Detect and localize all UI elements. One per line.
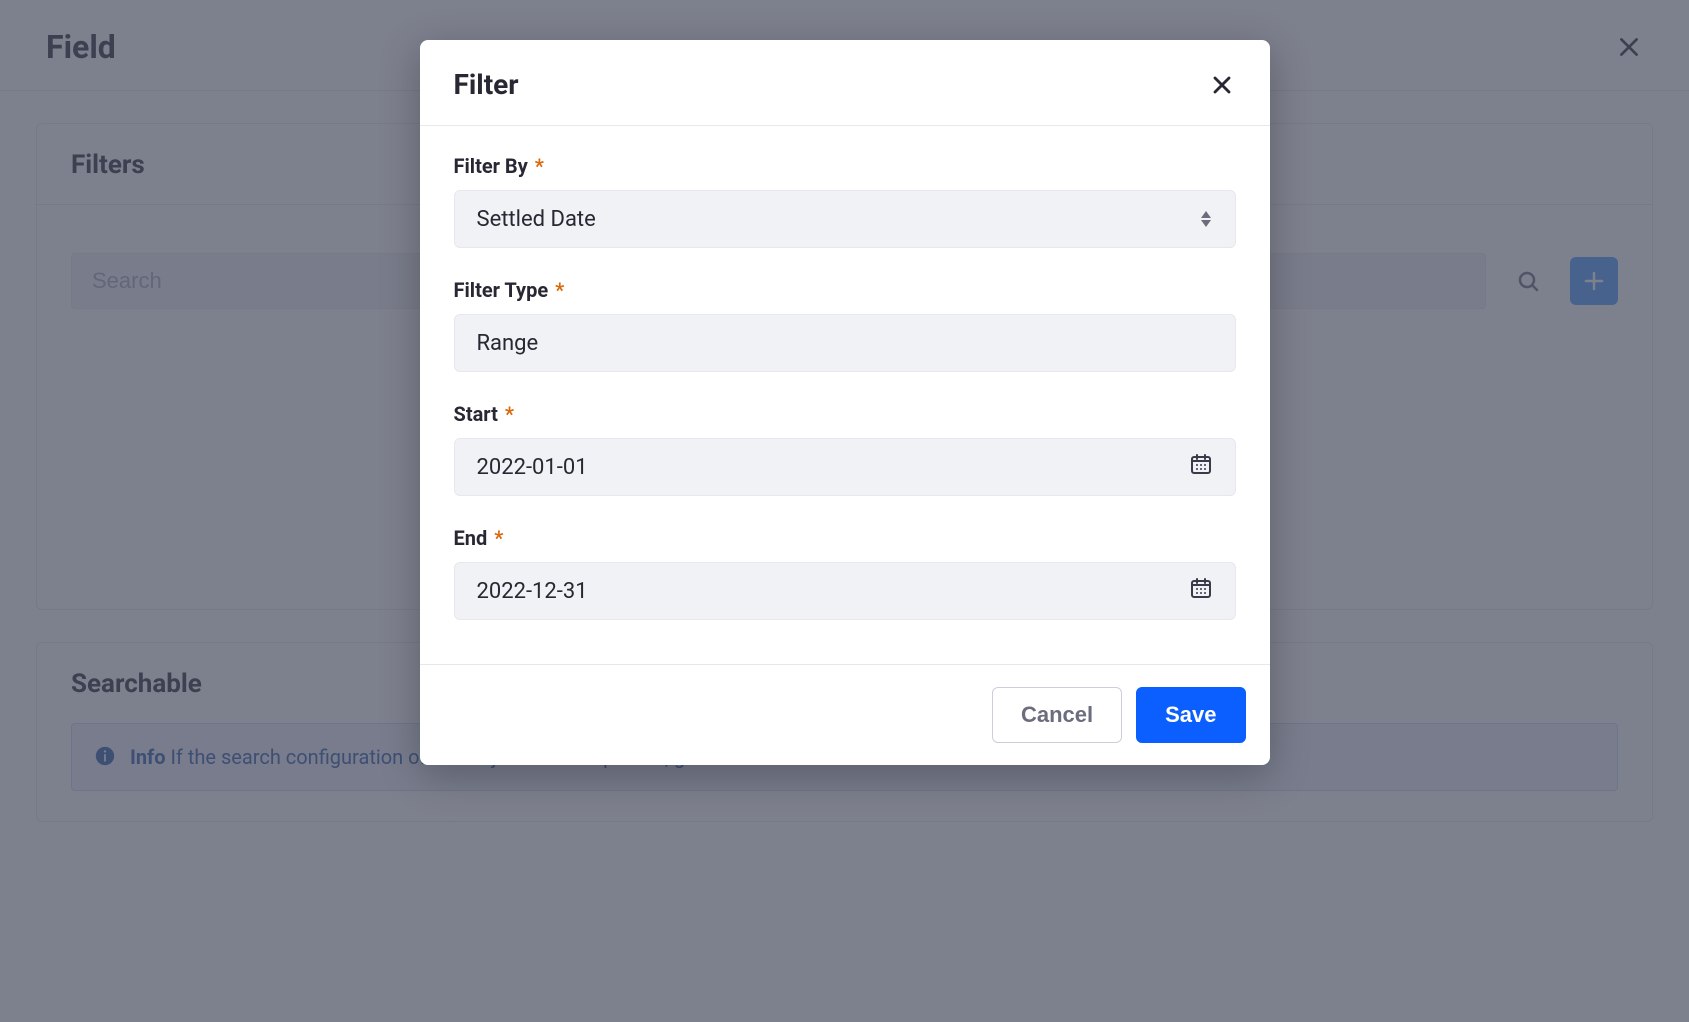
filter-by-label-text: Filter By xyxy=(454,154,528,178)
cancel-button[interactable]: Cancel xyxy=(992,687,1122,743)
filter-by-select[interactable]: Settled Date xyxy=(454,190,1236,248)
filter-type-field: Range xyxy=(454,314,1236,372)
required-marker: * xyxy=(494,526,503,550)
modal-body: Filter By * Settled Date Filter Type xyxy=(420,126,1270,664)
filter-type-group: Filter Type * Range xyxy=(454,278,1236,372)
end-date-input[interactable]: 2022-12-31 xyxy=(454,562,1236,620)
end-date-value: 2022-12-31 xyxy=(477,579,588,604)
filter-modal: Filter Filter By * Settled Date xyxy=(420,40,1270,765)
modal-title: Filter xyxy=(454,68,519,101)
filter-type-label-text: Filter Type xyxy=(454,278,549,302)
start-date-value: 2022-01-01 xyxy=(477,455,588,480)
select-caret-icon xyxy=(1199,211,1213,227)
save-button[interactable]: Save xyxy=(1136,687,1245,743)
filter-type-label: Filter Type * xyxy=(454,278,1236,302)
end-group: End * 2022-12-31 xyxy=(454,526,1236,620)
filter-by-label: Filter By * xyxy=(454,154,1236,178)
start-label-text: Start xyxy=(454,402,498,426)
filter-type-value: Range xyxy=(477,331,539,356)
required-marker: * xyxy=(505,402,514,426)
required-marker: * xyxy=(535,154,544,178)
required-marker: * xyxy=(555,278,564,302)
end-label-text: End xyxy=(454,526,488,550)
start-date-input[interactable]: 2022-01-01 xyxy=(454,438,1236,496)
end-label: End * xyxy=(454,526,1236,550)
filter-by-group: Filter By * Settled Date xyxy=(454,154,1236,248)
filter-by-value: Settled Date xyxy=(477,207,596,232)
page-root: Field Filters Searchable xyxy=(0,0,1689,1022)
modal-header: Filter xyxy=(420,40,1270,126)
modal-overlay[interactable]: Filter Filter By * Settled Date xyxy=(0,0,1689,1022)
close-icon xyxy=(1210,73,1234,97)
start-label: Start * xyxy=(454,402,1236,426)
start-group: Start * 2022-01-01 xyxy=(454,402,1236,496)
modal-footer: Cancel Save xyxy=(420,664,1270,765)
calendar-icon xyxy=(1189,576,1213,606)
modal-close-button[interactable] xyxy=(1208,71,1236,99)
calendar-icon xyxy=(1189,452,1213,482)
